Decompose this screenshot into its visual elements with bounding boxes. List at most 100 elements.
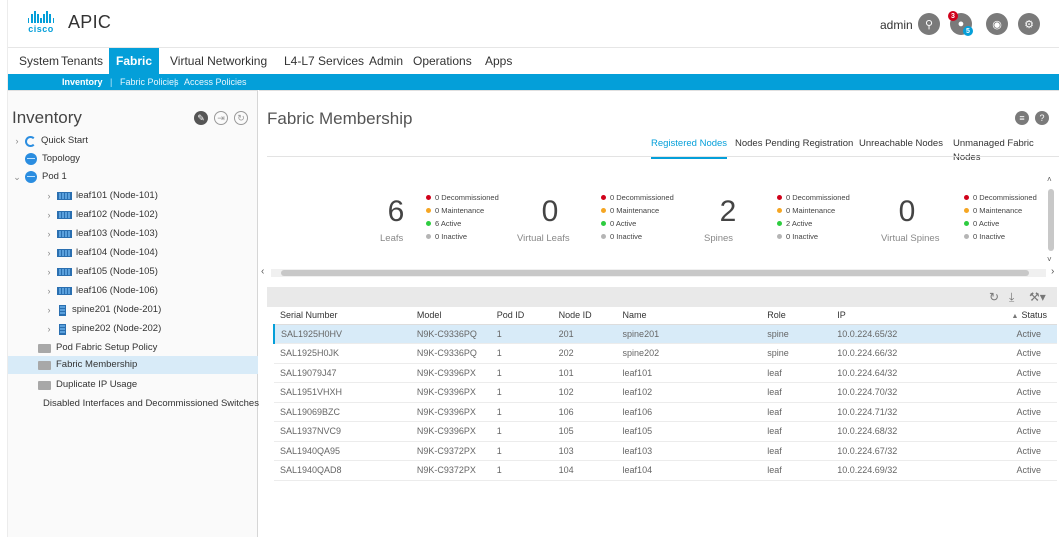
- table-row[interactable]: SAL19079J47 N9K-C9396PX 1 101 leaf101 leaf 10.…: [274, 363, 1057, 383]
- col-name[interactable]: Name: [616, 307, 762, 325]
- cell-ip: 10.0.224.67/32: [831, 441, 972, 461]
- stat-active: 2 Active: [777, 217, 812, 229]
- sidebar-item-quick-start[interactable]: › Quick Start: [12, 132, 258, 150]
- sidebar-item-spine201[interactable]: › spine201 (Node-201): [44, 301, 258, 319]
- summary-vertical-scrollbar[interactable]: ˄ ˅: [1047, 175, 1055, 273]
- cell-pod-id: 1: [490, 441, 553, 461]
- menu-icon[interactable]: ≡: [1015, 111, 1029, 125]
- chevron-right-icon[interactable]: ›: [44, 206, 54, 224]
- sidebar-item-topology[interactable]: Topology: [12, 150, 258, 168]
- inventory-sidebar: Inventory ✎ ⇥ ↻ › Quick Start Topology ⌄…: [8, 90, 259, 537]
- chevron-right-icon[interactable]: ›: [44, 263, 54, 281]
- stat-decommissioned: 0 Decommissioned: [777, 191, 850, 203]
- table-row[interactable]: SAL1951VHXH N9K-C9396PX 1 102 leaf102 leaf 10.…: [274, 382, 1057, 403]
- cell-pod-id: 1: [490, 421, 553, 442]
- leaf-switch-icon: [57, 268, 72, 276]
- search-icon[interactable]: ⚲: [918, 13, 940, 35]
- sidebar-item-leaf102[interactable]: › leaf102 (Node-102): [44, 206, 258, 224]
- table-row[interactable]: SAL1940QA95 N9K-C9372PX 1 103 leaf103 leaf 10.…: [274, 441, 1057, 461]
- col-serial-number[interactable]: Serial Number: [274, 307, 411, 325]
- summary-label: Leafs: [380, 233, 404, 244]
- cell-role: leaf: [761, 402, 832, 422]
- leaf-switch-icon: [57, 230, 72, 238]
- nav-l4-l7-services[interactable]: L4-L7 Services: [277, 48, 371, 74]
- summary-count: 6: [387, 195, 405, 228]
- user-name[interactable]: admin: [880, 18, 913, 32]
- sidebar-item-leaf103[interactable]: › leaf103 (Node-103): [44, 225, 258, 243]
- nav-operations[interactable]: Operations: [406, 48, 479, 74]
- chevron-right-icon[interactable]: ›: [44, 187, 54, 205]
- stat-maintenance: 0 Maintenance: [426, 204, 484, 216]
- subnav-fabric-policies[interactable]: Fabric Policies: [120, 74, 179, 90]
- tools-dropdown-icon[interactable]: ⚒▾: [1029, 290, 1046, 304]
- col-role[interactable]: Role: [761, 307, 832, 325]
- cell-serial-number: SAL1940QAD8: [274, 460, 411, 481]
- table-row[interactable]: SAL19069BZC N9K-C9396PX 1 106 leaf106 leaf 10.…: [274, 402, 1057, 422]
- table-row[interactable]: SAL1937NVC9 N9K-C9396PX 1 105 leaf105 leaf 10.…: [274, 421, 1057, 442]
- summary-count: 0: [541, 195, 559, 228]
- window-left-edge: [0, 0, 8, 537]
- nav-tenants[interactable]: Tenants: [54, 48, 110, 74]
- chevron-right-icon[interactable]: ›: [12, 132, 22, 150]
- col-pod-id[interactable]: Pod ID: [490, 307, 553, 325]
- chevron-down-icon[interactable]: ⌄: [12, 168, 22, 186]
- refresh-icon[interactable]: ↻: [989, 290, 999, 304]
- nav-fabric[interactable]: Fabric: [109, 48, 160, 74]
- subnav-inventory[interactable]: Inventory: [62, 74, 103, 90]
- sidebar-item-pod-fabric-setup-policy[interactable]: Pod Fabric Setup Policy: [38, 339, 258, 357]
- sidebar-item-leaf106[interactable]: › leaf106 (Node-106): [44, 282, 258, 300]
- col-status[interactable]: ▲ Status: [971, 307, 1057, 325]
- chevron-right-icon[interactable]: ›: [44, 320, 54, 338]
- subnav-access-policies[interactable]: Access Policies: [184, 74, 247, 90]
- sidebar-item-disabled-interfaces[interactable]: Disabled Interfaces and Decommissioned S…: [38, 395, 259, 413]
- table-row[interactable]: SAL1940QAD8 N9K-C9372PX 1 104 leaf104 leaf 10.…: [274, 460, 1057, 481]
- table-row[interactable]: SAL1925H0JK N9K-C9336PQ 1 202 spine202 spine 1…: [274, 343, 1057, 364]
- sidebar-item-spine202[interactable]: › spine202 (Node-202): [44, 320, 258, 338]
- folder-icon: [38, 360, 51, 370]
- sidebar-item-fabric-membership[interactable]: Fabric Membership: [8, 356, 258, 374]
- collapse-icon[interactable]: ⇥: [214, 111, 228, 125]
- cell-node-id: 105: [552, 421, 617, 442]
- cell-status: Active: [971, 343, 1057, 364]
- scroll-right-icon: ›: [1051, 266, 1055, 277]
- sidebar-item-duplicate-ip-usage[interactable]: Duplicate IP Usage: [38, 376, 258, 394]
- nav-apps[interactable]: Apps: [478, 48, 519, 74]
- bell-icon[interactable]: ● 3 5: [948, 11, 973, 36]
- chevron-right-icon[interactable]: ›: [44, 282, 54, 300]
- node-summary: 6 Leafs 0 Decommissioned 0 Maintenance 6…: [267, 173, 1050, 283]
- sidebar-item-leaf101[interactable]: › leaf101 (Node-101): [44, 187, 258, 205]
- help-icon[interactable]: ?: [1035, 111, 1049, 125]
- summary-horizontal-scrollbar[interactable]: ‹ ›: [261, 266, 1054, 277]
- cell-name: leaf106: [616, 402, 762, 422]
- cell-model: N9K-C9336PQ: [410, 324, 491, 344]
- sidebar-item-leaf105[interactable]: › leaf105 (Node-105): [44, 263, 258, 281]
- table-row[interactable]: SAL1925H0HV N9K-C9336PQ 1 201 spine201 spine 1…: [273, 324, 1057, 344]
- cell-role: leaf: [761, 441, 832, 461]
- chevron-right-icon[interactable]: ›: [44, 301, 54, 319]
- summary-label: Spines: [704, 233, 734, 244]
- scroll-left-icon: ‹: [261, 266, 265, 277]
- chevron-right-icon[interactable]: ›: [44, 225, 54, 243]
- refresh-icon[interactable]: ↻: [234, 111, 248, 125]
- settings-icon[interactable]: ⚙: [1018, 13, 1040, 35]
- cell-model: N9K-C9396PX: [410, 402, 491, 422]
- stat-maintenance: 0 Maintenance: [601, 204, 659, 216]
- col-ip[interactable]: IP: [831, 307, 972, 325]
- chevron-right-icon[interactable]: ›: [44, 244, 54, 262]
- cell-model: N9K-C9336PQ: [410, 343, 491, 364]
- sidebar-item-pod-1[interactable]: ⌄ Pod 1: [12, 168, 258, 186]
- col-node-id[interactable]: Node ID: [552, 307, 617, 325]
- cell-pod-id: 1: [490, 460, 553, 481]
- user-icon[interactable]: ◉: [986, 13, 1008, 35]
- cell-node-id: 104: [552, 460, 617, 481]
- cell-pod-id: 1: [490, 324, 553, 344]
- download-icon[interactable]: ⤓: [1009, 290, 1014, 305]
- nav-admin[interactable]: Admin: [362, 48, 410, 74]
- stat-inactive: 0 Inactive: [964, 230, 1005, 242]
- cell-role: spine: [761, 343, 832, 364]
- cell-ip: 10.0.224.64/32: [831, 363, 972, 383]
- col-model[interactable]: Model: [410, 307, 491, 325]
- sidebar-item-leaf104[interactable]: › leaf104 (Node-104): [44, 244, 258, 262]
- nav-virtual-networking[interactable]: Virtual Networking: [163, 48, 274, 74]
- tools-icon[interactable]: ✎: [194, 111, 208, 125]
